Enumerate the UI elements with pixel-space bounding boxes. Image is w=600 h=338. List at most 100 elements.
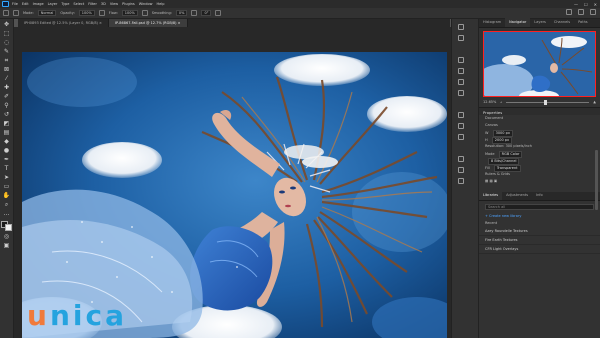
height-field[interactable]: 2000 px	[491, 137, 513, 144]
zoom-in-icon[interactable]: ▲	[593, 100, 596, 104]
search-icon[interactable]	[566, 9, 572, 15]
menu-3d[interactable]: 3D	[101, 2, 106, 6]
menu-view[interactable]: View	[110, 2, 118, 6]
clone-stamp-icon[interactable]: ⚲	[3, 102, 11, 109]
tab-libraries[interactable]: Libraries	[479, 191, 503, 200]
pressure-size-icon[interactable]	[215, 10, 222, 16]
zoom-slider[interactable]	[506, 99, 590, 105]
tab-info[interactable]: Info	[532, 193, 547, 200]
actions-panel-icon[interactable]	[458, 35, 464, 41]
tab-paths[interactable]: Paths	[574, 20, 592, 27]
smoothing-options-icon[interactable]	[191, 10, 198, 16]
guides-icon[interactable]: ▣	[494, 179, 497, 183]
menu-help[interactable]: Help	[157, 2, 165, 6]
canvas-section-header[interactable]: Canvas	[479, 122, 600, 129]
dodge-tool-icon[interactable]: ●	[3, 147, 11, 154]
rulers-grids-header[interactable]: Rulers & Grids	[479, 171, 600, 178]
tab-document-2[interactable]: IP-86867-Fall.psd @ 12.7% (RGB/8) ×	[108, 19, 188, 27]
grid-icon[interactable]: ▩	[489, 179, 492, 183]
quick-mask-icon[interactable]: ◎	[3, 233, 11, 240]
zoom-out-icon[interactable]: ▵	[500, 100, 502, 104]
menu-window[interactable]: Window	[139, 2, 153, 6]
workspace-icon[interactable]	[578, 9, 584, 15]
blur-tool-icon[interactable]: ◆	[3, 138, 11, 145]
smoothing-field[interactable]: 0%	[175, 10, 188, 16]
document-canvas-image[interactable]	[22, 52, 447, 338]
create-library-link[interactable]: + Create new library	[479, 213, 600, 220]
paragraph-panel-icon[interactable]	[458, 167, 464, 173]
library-item[interactable]: CFR Light Overlays	[479, 245, 600, 254]
flow-field[interactable]: 100%	[121, 10, 138, 16]
menu-file[interactable]: File	[12, 2, 18, 6]
fill-select[interactable]: Transparent	[493, 165, 521, 172]
brush-settings-icon[interactable]	[458, 123, 464, 129]
background-color-swatch[interactable]	[4, 224, 12, 231]
close-icon[interactable]: ✕	[594, 2, 597, 7]
zoom-slider-knob[interactable]	[543, 99, 547, 105]
brush-tool-icon[interactable]: ✐	[3, 93, 11, 100]
marquee-tool-icon[interactable]: ⬚	[3, 30, 11, 37]
more-tools-icon[interactable]: …	[3, 210, 11, 217]
width-field[interactable]: 3000 px	[492, 130, 513, 137]
crop-tool-icon[interactable]: ⌗	[3, 57, 11, 64]
brush-preset-icon[interactable]	[13, 10, 19, 16]
mode-select[interactable]: Normal	[37, 10, 57, 16]
rectangle-tool-icon[interactable]: ▭	[3, 183, 11, 190]
airbrush-icon[interactable]	[141, 10, 148, 16]
menu-filter[interactable]: Filter	[88, 2, 97, 6]
tab-navigator[interactable]: Navigator	[505, 18, 531, 27]
gradient-tool-icon[interactable]: ▤	[3, 129, 11, 136]
swatches-panel-icon[interactable]	[458, 68, 464, 74]
maximize-icon[interactable]: ☐	[584, 2, 588, 7]
menu-edit[interactable]: Edit	[22, 2, 29, 6]
brushes-panel-icon[interactable]	[458, 112, 464, 118]
tab-adjustments[interactable]: Adjustments	[502, 193, 532, 200]
menu-layer[interactable]: Layer	[48, 2, 58, 6]
history-panel-icon[interactable]	[458, 24, 464, 30]
library-item[interactable]: Azey Roundelle Textures	[479, 227, 600, 236]
history-brush-icon[interactable]: ↺	[3, 111, 11, 118]
healing-brush-icon[interactable]: ✚	[3, 84, 11, 91]
zoom-tool-icon[interactable]: ⌕	[3, 201, 11, 208]
character-panel-icon[interactable]	[458, 156, 464, 162]
tab-channels[interactable]: Channels	[550, 20, 574, 27]
ruler-icon[interactable]: ▦	[485, 179, 488, 183]
lasso-tool-icon[interactable]: ◌	[3, 39, 11, 46]
tab-layers[interactable]: Layers	[530, 20, 550, 27]
quick-select-tool-icon[interactable]: ✎	[3, 48, 11, 55]
menu-type[interactable]: Type	[61, 2, 69, 6]
frame-tool-icon[interactable]: ⊠	[3, 66, 11, 73]
menu-plugins[interactable]: Plugins	[122, 2, 135, 6]
eyedropper-tool-icon[interactable]: ⁄	[3, 75, 11, 82]
angle-field[interactable]: 0°	[201, 10, 212, 16]
tab-histogram[interactable]: Histogram	[479, 20, 505, 27]
glyphs-panel-icon[interactable]	[458, 178, 464, 184]
properties-panel-header[interactable]: Properties	[479, 107, 600, 115]
home-icon[interactable]	[3, 10, 9, 16]
eraser-tool-icon[interactable]: ◩	[3, 120, 11, 127]
screen-mode-icon[interactable]: ▣	[3, 242, 11, 249]
photoshop-logo-icon[interactable]	[2, 1, 9, 7]
menu-select[interactable]: Select	[73, 2, 84, 6]
share-icon[interactable]	[590, 9, 596, 15]
color-panel-icon[interactable]	[458, 57, 464, 63]
type-tool-icon[interactable]: T	[3, 165, 11, 172]
patterns-panel-icon[interactable]	[458, 90, 464, 96]
properties-scrollbar[interactable]	[595, 150, 598, 210]
mode-select[interactable]: RGB Color	[498, 151, 523, 158]
library-item[interactable]: Fire Earth Textures	[479, 236, 600, 245]
navigator-thumbnail[interactable]	[483, 31, 596, 97]
menu-image[interactable]: Image	[33, 2, 44, 6]
zoom-value[interactable]: 12.65%	[483, 100, 496, 104]
libraries-search-input[interactable]: Search all	[485, 204, 594, 210]
clone-source-icon[interactable]	[458, 134, 464, 140]
tab-document-1[interactable]: IPH0893 Edited @ 12.5% (Layer 0, RGB/8) …	[18, 19, 109, 27]
hand-tool-icon[interactable]: ✋	[3, 192, 11, 199]
color-swatches[interactable]	[0, 221, 13, 231]
move-tool-icon[interactable]: ✥	[3, 21, 11, 28]
bits-select[interactable]: 8 Bits/Channel	[488, 158, 520, 165]
gradients-panel-icon[interactable]	[458, 79, 464, 85]
pen-tool-icon[interactable]: ✒	[3, 156, 11, 163]
path-select-icon[interactable]: ➤	[3, 174, 11, 181]
opacity-field[interactable]: 100%	[78, 10, 95, 16]
